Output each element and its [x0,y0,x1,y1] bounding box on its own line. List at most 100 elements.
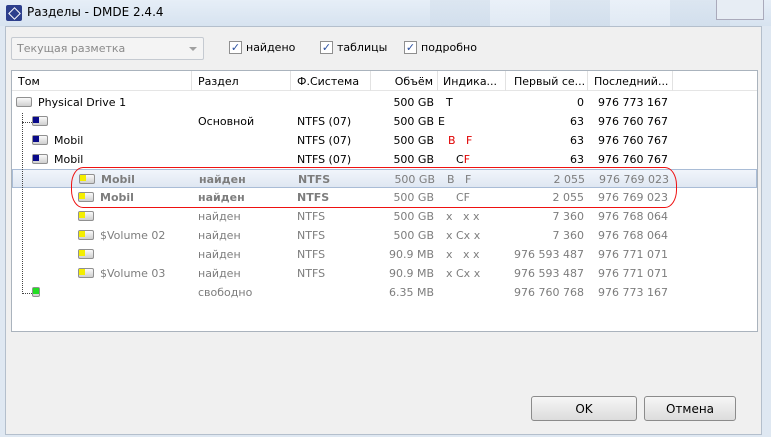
partition-icon [32,154,48,164]
cell-first-sector: 63 [570,134,584,147]
cell-volume: Physical Drive 1 [38,96,127,109]
cell-size: 500 GB [393,96,434,109]
background-window [430,0,730,26]
cell-first-sector: 7 360 [552,210,585,223]
cell-first-sector: 976 760 768 [514,286,584,299]
partition-icon [16,97,32,107]
tree-branch [22,122,32,123]
indicator-text: x x x [446,248,480,261]
cell-filesystem: NTFS [297,267,326,280]
cell-indicators: x Cx x [446,267,480,280]
table-row[interactable]: $Volume 02 найден NTFS 500 GB x Cx x 7 360 976… [12,226,757,245]
window-title: Разделы - DMDE 2.4.4 [27,5,164,19]
cell-indicators: B F [448,134,472,147]
table-row[interactable]: найден NTFS 500 GB x x x 7 360 976 768 064 [12,207,757,226]
cell-last-sector: 976 760 767 [598,153,668,166]
checkbox-detailed[interactable]: ✓ подробно [404,41,477,54]
layout-select-value: Текущая разметка [17,42,126,55]
cell-partition: найден [198,210,241,223]
app-icon [6,5,22,21]
cell-partition: свободно [198,286,253,299]
cell-volume: Mobil [54,134,84,147]
cell-last-sector: 976 771 071 [598,248,668,261]
cell-filesystem: NTFS [297,248,326,261]
column-header-partition[interactable]: Раздел [192,71,291,91]
layout-select[interactable]: Текущая разметка [11,37,204,60]
column-header-volume[interactable]: Том [12,71,192,91]
cell-first-sector: 63 [570,115,584,128]
indicator-text: C [456,153,464,166]
column-header-filesystem[interactable]: Ф.Система [291,71,371,91]
table-row[interactable]: Physical Drive 1 500 GB T 0 976 773 167 [12,93,757,112]
cell-partition: найден [198,229,241,242]
free-space-icon [32,287,40,297]
cell-filesystem: NTFS [297,210,326,223]
cell-size: 90.9 MB [388,267,434,280]
cell-size: 500 GB [393,153,434,166]
partition-icon [32,135,48,145]
table-row[interactable]: Mobil NTFS (07) 500 GB B F 63 976 760 767 [12,131,757,150]
column-header-first-sector[interactable]: Первый се... [506,71,588,91]
indicator-text: E [438,115,445,128]
cell-indicators: E [438,115,445,128]
cell-last-sector: 976 771 071 [598,267,668,280]
table-row[interactable]: свободно 6.35 MB 976 760 768 976 773 167 [12,283,757,302]
cell-last-sector: 976 768 064 [598,229,668,242]
checkbox-tables[interactable]: ✓ таблицы [320,41,387,54]
indicator-text: B F [448,134,473,147]
cell-first-sector: 63 [570,153,584,166]
close-button[interactable] [716,0,764,20]
tree-line [22,113,23,294]
table-row[interactable]: $Volume 03 найден NTFS 90.9 MB x Cx x 976 593… [12,264,757,283]
cell-indicators: CF [456,153,470,166]
partition-icon [78,249,94,259]
column-header-size[interactable]: Объём [371,71,438,91]
cell-size: 500 GB [393,134,434,147]
cell-indicators: T [446,96,453,109]
cell-last-sector: 976 760 767 [598,134,668,147]
checkbox-icon: ✓ [320,41,333,54]
table-row[interactable]: Основной NTFS (07) 500 GB E 63 976 760 767 [12,112,757,131]
checkbox-label: таблицы [337,41,388,54]
chevron-down-icon [189,47,197,55]
cell-volume: Mobil [54,153,84,166]
indicator-text: x Cx x [446,267,481,280]
cell-last-sector: 976 760 767 [598,115,668,128]
cell-filesystem: NTFS (07) [297,153,352,166]
cell-size: 90.9 MB [388,248,434,261]
cell-last-sector: 976 768 064 [598,210,668,223]
cell-volume: $Volume 02 [100,229,166,242]
title-bar: Разделы - DMDE 2.4.4 [0,0,771,26]
cell-filesystem: NTFS (07) [297,134,352,147]
cell-partition: Основной [198,115,255,128]
cell-last-sector: 976 773 167 [598,96,668,109]
cell-filesystem: NTFS [297,229,326,242]
checkbox-found[interactable]: ✓ найдено [229,41,295,54]
indicator-text: x Cx x [446,229,481,242]
partition-icon [78,230,94,240]
cell-size: 500 GB [393,115,434,128]
partition-icon [32,116,48,126]
cell-size: 500 GB [393,229,434,242]
table-row[interactable]: найден NTFS 90.9 MB x x x 976 593 487 976 771… [12,245,757,264]
partition-icon [78,211,94,221]
checkbox-label: найдено [246,41,296,54]
column-header-last-sector[interactable]: Последний... [588,71,673,91]
tree-branch [22,293,32,294]
cell-first-sector: 976 593 487 [514,248,584,261]
checkbox-icon: ✓ [404,41,417,54]
ok-button[interactable]: OK [531,396,637,421]
indicator-text: F [463,153,471,166]
cell-size: 500 GB [393,210,434,223]
cell-size: 6.35 MB [388,286,434,299]
cancel-button[interactable]: Отмена [644,396,736,421]
column-header-indicators[interactable]: Индика... [438,71,506,91]
cell-indicators: x x x [446,248,480,261]
cell-filesystem: NTFS (07) [297,115,352,128]
cell-partition: найден [198,248,241,261]
cell-first-sector: 7 360 [552,229,585,242]
partition-icon [78,268,94,278]
checkbox-icon: ✓ [229,41,242,54]
cell-last-sector: 976 773 167 [598,286,668,299]
list-header: Том Раздел Ф.Система Объём Индика... Пер… [12,71,757,91]
